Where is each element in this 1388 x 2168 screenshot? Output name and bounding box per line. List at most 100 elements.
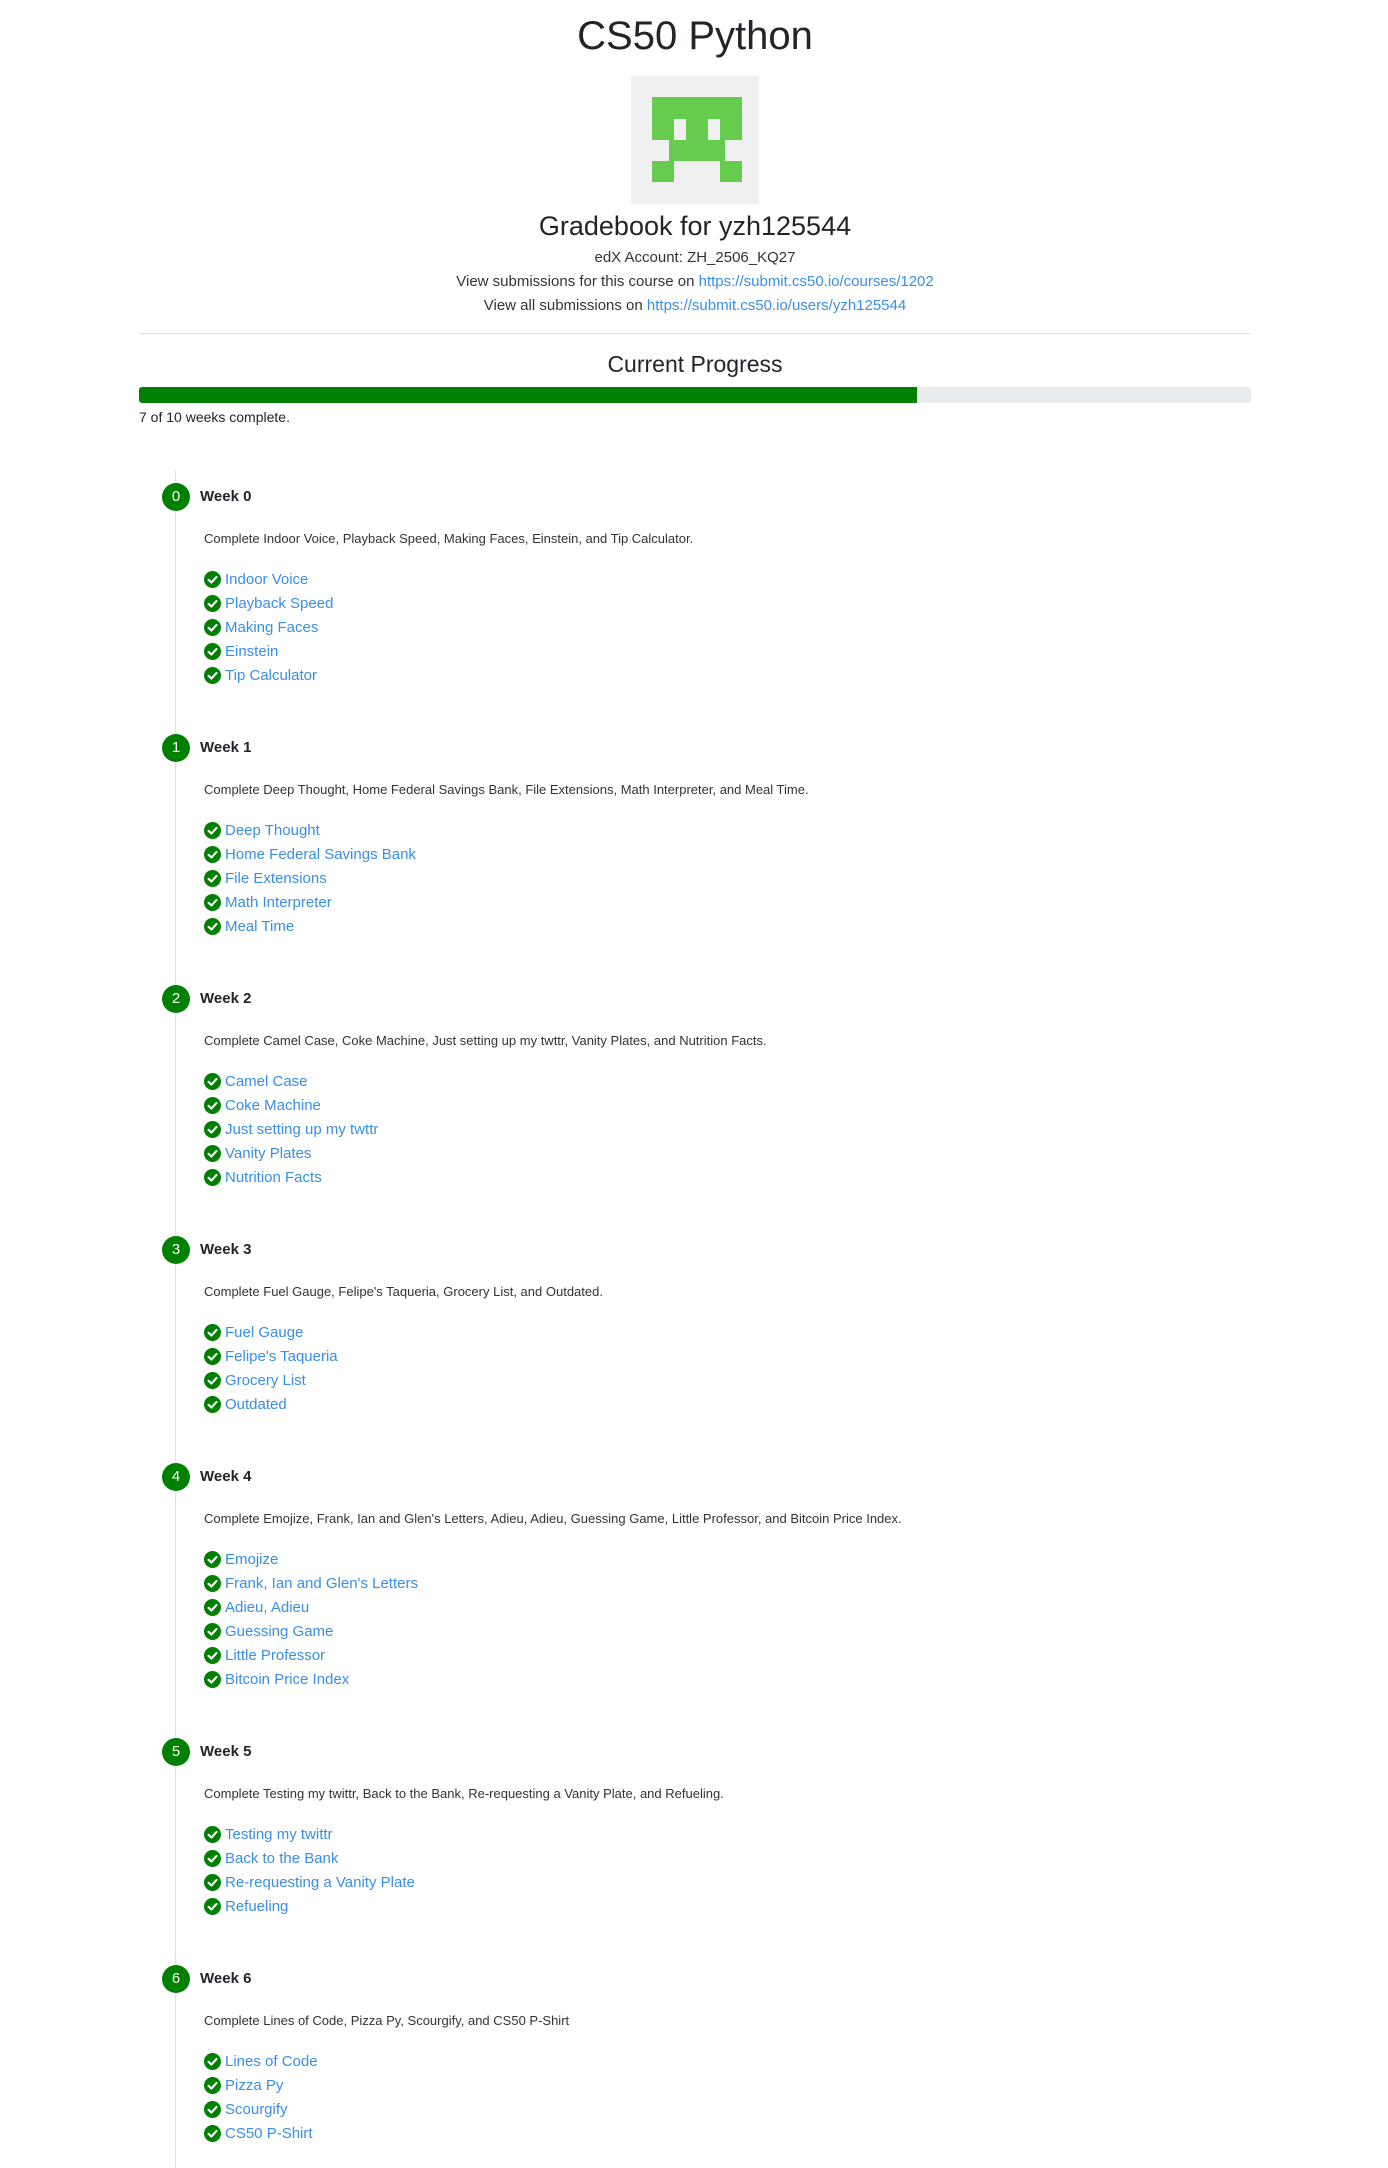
problem-link[interactable]: Just setting up my twttr [225,1121,378,1138]
problem-link[interactable]: Refueling [225,1898,288,1915]
problem-link[interactable]: Making Faces [225,619,318,636]
problem-list: Testing my twittr Back to the Bank Re-requ… [204,1822,415,1918]
check-circle-icon [204,1873,221,1891]
problem-link[interactable]: Little Professor [225,1647,325,1664]
problem-item: Deep Thought [204,818,416,842]
problem-link[interactable]: Testing my twittr [225,1826,333,1843]
check-circle-icon [204,1323,221,1341]
gradebook-header: CS50 Python Gradebook for yzh125544 edX … [139,0,1251,427]
problem-item: Nutrition Facts [204,1165,378,1189]
progress-title: Current Progress [607,351,783,377]
week-number-badge: 2 [162,985,190,1013]
problem-link[interactable]: Deep Thought [225,822,320,839]
check-circle-icon [204,1168,221,1186]
check-circle-icon [204,1670,221,1688]
check-circle-icon [204,1825,221,1843]
problem-link[interactable]: Einstein [225,643,278,660]
problem-link[interactable]: Outdated [225,1396,287,1413]
progress-bar-fill [139,387,918,403]
problem-item: Math Interpreter [204,890,416,914]
check-circle-icon [204,917,221,935]
problem-link[interactable]: Emojize [225,1551,278,1568]
problem-link[interactable]: Grocery List [225,1372,306,1389]
problem-item: Pizza Py [204,2073,318,2097]
user-avatar [631,76,759,204]
problem-item: Frank, Ian and Glen's Letters [204,1571,418,1595]
week-description: Complete Testing my twittr, Back to the … [204,1786,724,1801]
avatar-pixel [686,118,708,140]
check-circle-icon [204,1347,221,1365]
check-circle-icon [204,2076,221,2094]
week-number-badge: 4 [162,1463,190,1491]
problem-list: Camel Case Coke Machine Just setting up my… [204,1069,378,1189]
problem-item: Einstein [204,639,333,663]
problem-link[interactable]: Bitcoin Price Index [225,1671,349,1688]
check-circle-icon [204,821,221,839]
problem-link[interactable]: Felipe's Taqueria [225,1348,338,1365]
check-circle-icon [204,1072,221,1090]
problem-link[interactable]: Guessing Game [225,1623,333,1640]
problem-list: Deep Thought Home Federal Savings Bank Fil… [204,818,416,938]
weeks-timeline: 0 Week 0 Complete Indoor Voice, Playback S… [162,470,1175,2168]
week-description: Complete Emojize, Frank, Ian and Glen's … [204,1511,902,1526]
avatar-pixel [720,161,742,183]
check-circle-icon [204,618,221,636]
week-title: Week 6 [200,1970,252,1987]
progress-text: 7 of 10 weeks complete. [139,409,290,425]
check-circle-icon [204,845,221,863]
account-info: edX Account: ZH_2506_KQ27 View submissio… [139,246,1251,318]
problem-link[interactable]: Home Federal Savings Bank [225,846,416,863]
problem-link[interactable]: Adieu, Adieu [225,1599,309,1616]
all-submissions-line: View all submissions on https://submit.c… [139,294,1251,318]
problem-list: Lines of Code Pizza Py Scourgify CS50 P-Shi… [204,2049,318,2145]
problem-link[interactable]: Frank, Ian and Glen's Letters [225,1575,418,1592]
problem-item: Camel Case [204,1069,378,1093]
problem-item: Felipe's Taqueria [204,1344,338,1368]
problem-item: Making Faces [204,615,333,639]
problem-item: Tip Calculator [204,663,333,687]
problem-item: Testing my twittr [204,1822,415,1846]
problem-link[interactable]: Scourgify [225,2101,288,2118]
problem-link[interactable]: Back to the Bank [225,1850,338,1867]
week-title: Week 0 [200,488,252,505]
week-title: Week 4 [200,1468,252,1485]
all-submissions-link[interactable]: https://submit.cs50.io/users/yzh125544 [647,297,906,314]
problem-link[interactable]: Meal Time [225,918,294,935]
check-circle-icon [204,1395,221,1413]
week-description: Complete Lines of Code, Pizza Py, Scourg… [204,2013,570,2028]
problem-link[interactable]: Camel Case [225,1073,308,1090]
problem-link[interactable]: Tip Calculator [225,667,317,684]
week-number-badge: 5 [162,1738,190,1766]
problem-link[interactable]: Fuel Gauge [225,1324,303,1341]
problem-link[interactable]: Pizza Py [225,2077,283,2094]
problem-item: Home Federal Savings Bank [204,842,416,866]
check-circle-icon [204,1598,221,1616]
problem-link[interactable]: Math Interpreter [225,894,332,911]
problem-link[interactable]: CS50 P-Shirt [225,2125,313,2142]
timeline-line [175,470,176,2168]
problem-item: Lines of Code [204,2049,318,2073]
check-circle-icon [204,1550,221,1568]
problem-link[interactable]: Vanity Plates [225,1145,311,1162]
check-circle-icon [204,2100,221,2118]
problem-link[interactable]: Re-requesting a Vanity Plate [225,1874,415,1891]
problem-link[interactable]: Coke Machine [225,1097,321,1114]
course-submissions-link[interactable]: https://submit.cs50.io/courses/1202 [699,273,934,290]
problem-item: Emojize [204,1547,418,1571]
week-number-badge: 0 [162,483,190,511]
progress-bar [139,387,1251,403]
check-circle-icon [204,1144,221,1162]
week-title: Week 3 [200,1241,252,1258]
problem-link[interactable]: Indoor Voice [225,571,308,588]
problem-link[interactable]: Playback Speed [225,595,333,612]
problem-link[interactable]: Lines of Code [225,2053,318,2070]
problem-item: Outdated [204,1392,338,1416]
problem-link[interactable]: Nutrition Facts [225,1169,322,1186]
check-circle-icon [204,642,221,660]
problem-item: CS50 P-Shirt [204,2121,318,2145]
check-circle-icon [204,594,221,612]
check-circle-icon [204,869,221,887]
course-submissions-prefix: View submissions for this course on [456,273,699,290]
problem-item: Just setting up my twttr [204,1117,378,1141]
problem-link[interactable]: File Extensions [225,870,327,887]
